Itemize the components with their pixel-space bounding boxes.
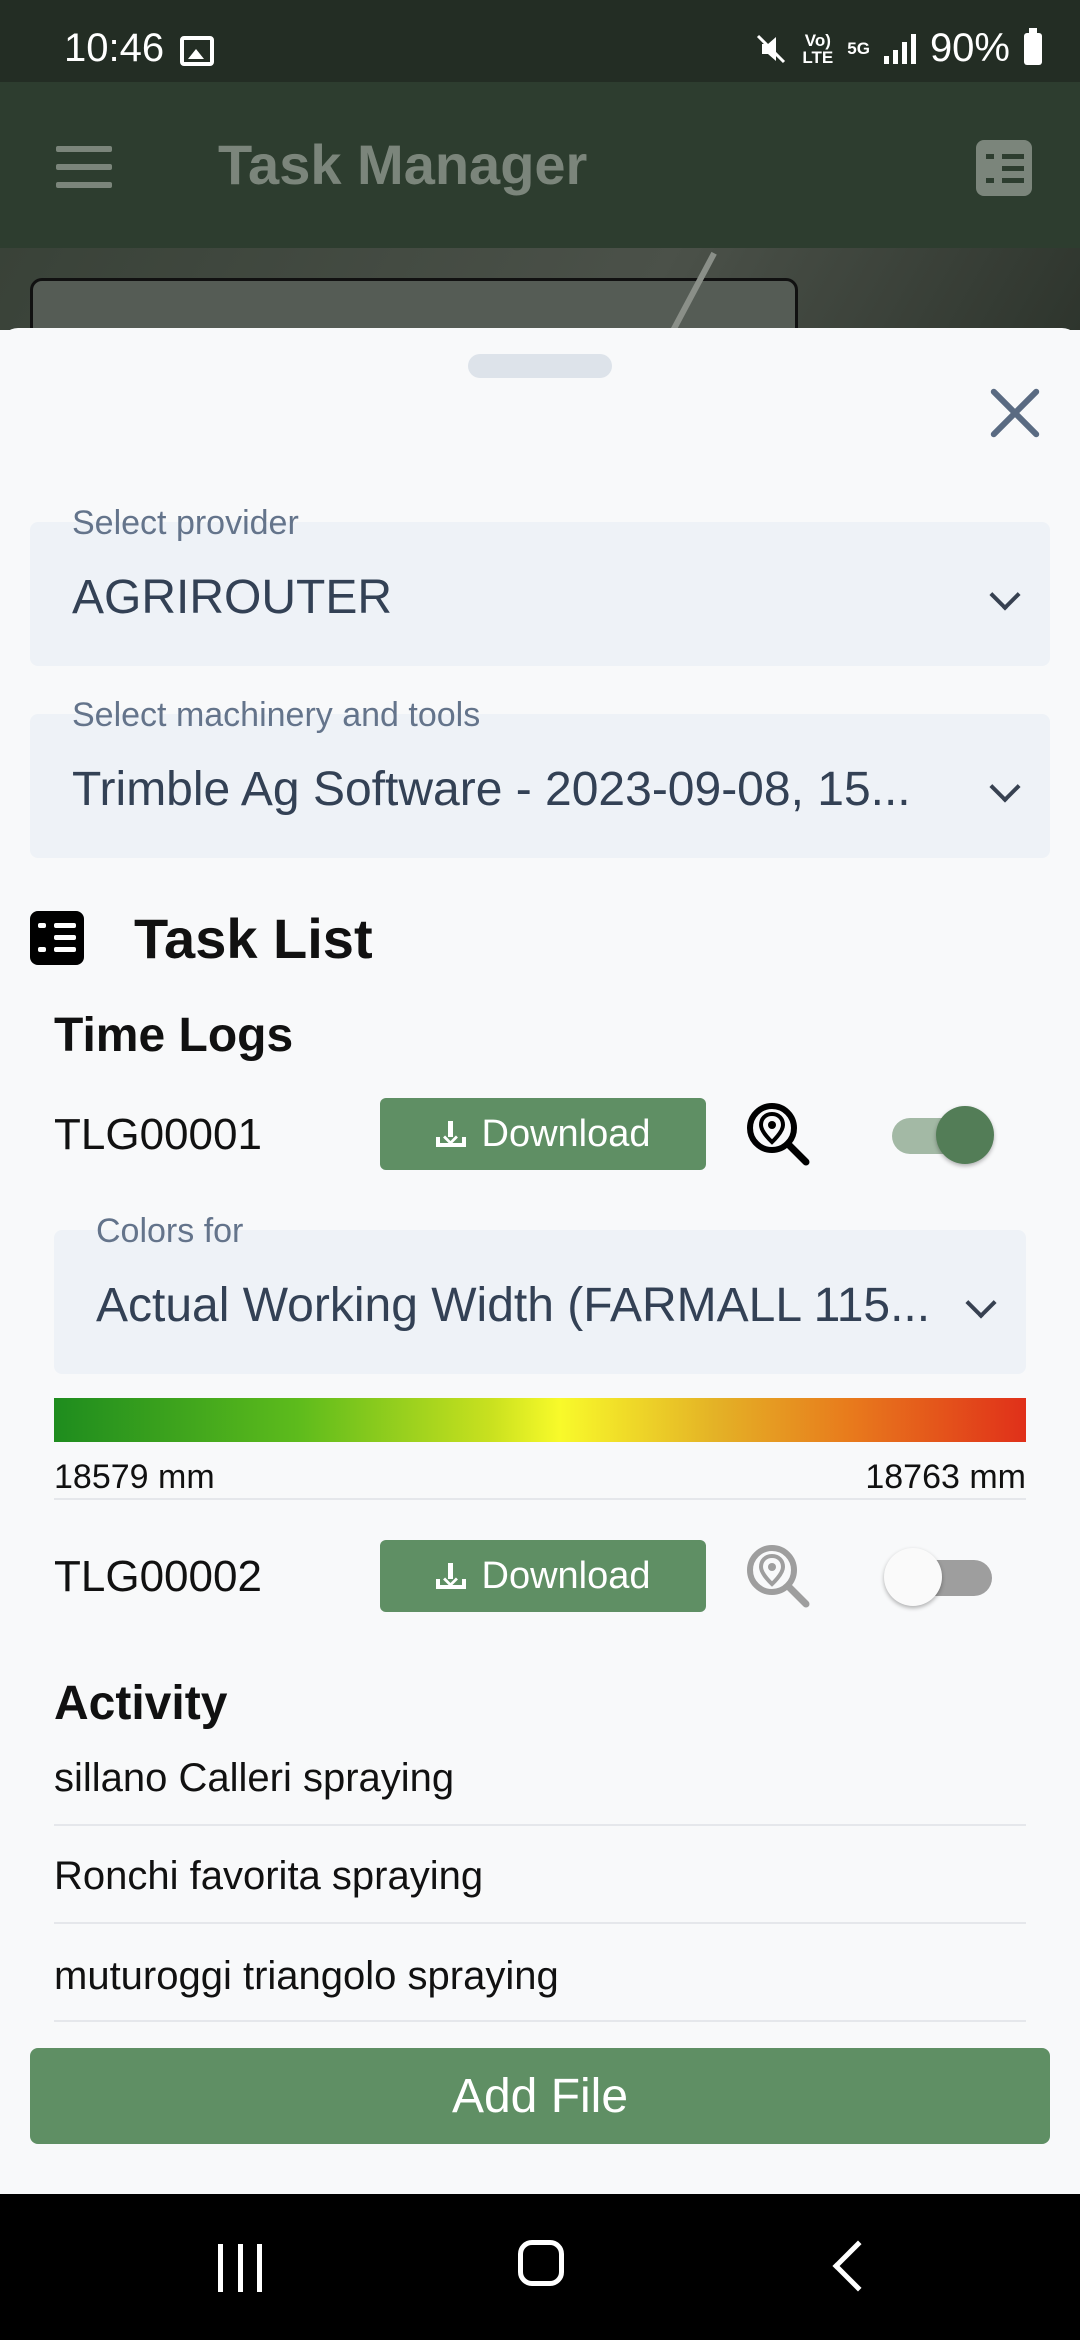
download-button-label: Download [481,1112,651,1155]
task-list-title: Task List [134,906,373,970]
download-button[interactable]: Download [380,1098,706,1170]
back-icon[interactable] [832,2240,884,2292]
divider [54,2020,1026,2022]
network-indicator: 5G [847,39,870,58]
app-bar: Task Manager [0,82,1080,248]
colors-for-select[interactable]: Colors for Actual Working Width (FARMALL… [54,1212,1026,1374]
divider [54,1824,1026,1826]
zoom-location-icon[interactable] [744,1542,814,1612]
divider [54,1922,1026,1924]
task-list-icon[interactable] [976,140,1032,196]
machinery-select[interactable]: Select machinery and tools Trimble Ag So… [30,696,1050,858]
time-log-row: TLG00002 Download [54,1540,1026,1612]
download-icon [435,1121,466,1147]
chevron-down-icon [965,1287,997,1319]
layer-toggle[interactable] [884,1104,994,1164]
machinery-select-value: Trimble Ag Software - 2023-09-08, 15... [72,763,911,816]
time-logs-title: Time Logs [54,1009,294,1062]
layer-toggle[interactable] [884,1546,994,1606]
close-icon[interactable] [980,378,1050,448]
provider-select[interactable]: Select provider AGRIROUTER [30,504,1050,666]
color-scale-bar [54,1398,1026,1442]
signal-icon [883,33,916,64]
download-button-label: Download [481,1554,651,1597]
activity-item[interactable]: sillano Calleri spraying [54,1756,1026,1801]
drag-handle[interactable] [468,354,612,378]
provider-select-label: Select provider [72,504,299,542]
divider [54,1498,1026,1500]
menu-icon[interactable] [56,146,112,188]
task-list-header: Task List [30,906,373,970]
color-scale-min: 18579 mm [54,1458,215,1496]
zoom-location-icon[interactable] [744,1100,814,1170]
color-scale-max: 18763 mm [865,1458,1026,1496]
download-button[interactable]: Download [380,1540,706,1612]
download-icon [435,1563,466,1589]
volte-indicator: Vo) LTE [802,30,834,67]
provider-select-value: AGRIROUTER [72,571,393,624]
battery-icon [1024,27,1042,65]
battery-percent: 90% [929,26,1010,70]
app-title: Task Manager [218,133,588,196]
mute-icon [757,34,786,63]
activity-item[interactable]: muturoggi triangolo spraying [54,1954,1026,1999]
add-file-button[interactable]: Add File [30,2048,1050,2144]
machinery-select-label: Select machinery and tools [72,696,481,734]
time-log-row: TLG00001 Download [54,1098,1026,1170]
colors-for-value: Actual Working Width (FARMALL 115... [96,1279,931,1332]
time-log-id: TLG00002 [54,1552,262,1601]
bottom-sheet: Select provider AGRIROUTER Select machin… [0,328,1080,2194]
task-list-icon [30,911,84,965]
time-log-id: TLG00001 [54,1110,262,1159]
background-content [0,248,1080,330]
activity-item[interactable]: Ronchi favorita spraying [54,1854,1026,1899]
colors-for-label: Colors for [96,1212,244,1250]
recents-icon[interactable] [218,2244,262,2292]
image-notification-icon [180,36,214,66]
activity-title: Activity [54,1677,228,1730]
navigation-bar [0,2194,1080,2340]
chevron-down-icon [989,771,1021,803]
status-indicators: Vo) LTE 5G 90% [754,26,1042,71]
home-icon[interactable] [518,2240,564,2286]
status-time: 10:46 [64,26,165,70]
status-bar: 10:46 Vo) LTE 5G 90% [0,0,1080,82]
chevron-down-icon [989,579,1021,611]
